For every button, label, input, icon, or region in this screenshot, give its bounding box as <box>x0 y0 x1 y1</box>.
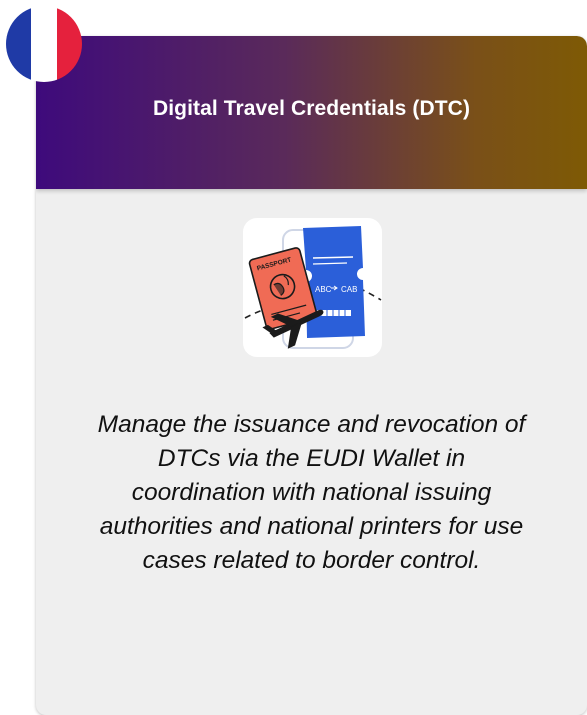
flag-blue-band <box>6 6 32 82</box>
phone-passport-ticket-icon: ABC CAB PASSPORT <box>244 226 382 349</box>
ticket-to-label: CAB <box>341 285 357 294</box>
travel-credential-illustration: ABC CAB PASSPORT <box>243 218 382 357</box>
description-line: coordination with national issuing <box>131 479 492 506</box>
france-flag-icon <box>6 6 82 82</box>
description-line: cases related to border control. <box>142 547 481 574</box>
card-title: Digital Travel Credentials (DTC) <box>152 96 471 120</box>
flag-white-band <box>31 6 57 82</box>
card-header: Digital Travel Credentials (DTC) <box>36 36 587 189</box>
card-description: Manage the issuance and revocation of DT… <box>36 408 587 578</box>
description-line: Manage the issuance and revocation of <box>97 411 526 438</box>
description-line: authorities and national printers for us… <box>99 513 524 540</box>
ticket-from-label: ABC <box>315 285 332 294</box>
dtc-card: Digital Travel Credentials (DTC) <box>36 36 587 715</box>
description-line: DTCs via the EUDI Wallet in <box>157 445 466 472</box>
